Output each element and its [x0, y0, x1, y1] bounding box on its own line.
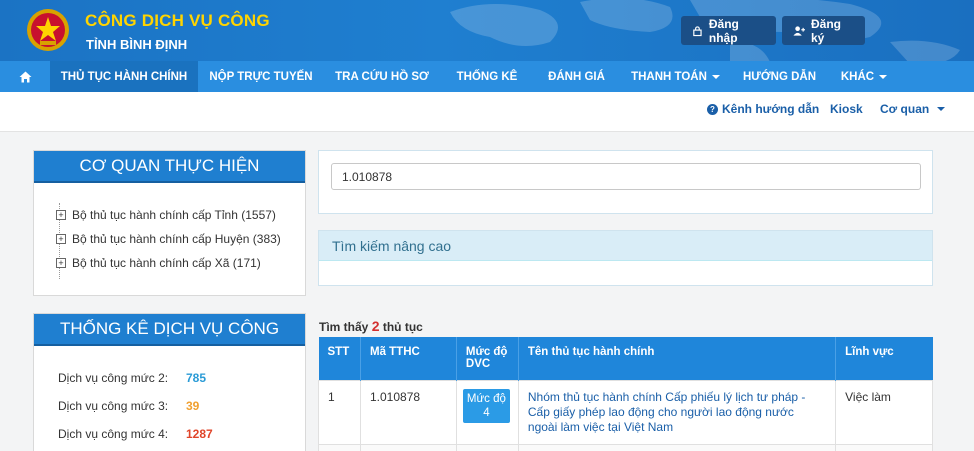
stat-label: Dịch vụ công mức 3: [58, 399, 169, 413]
caret-down-icon [711, 74, 720, 79]
nav-home[interactable] [0, 61, 50, 92]
login-label: Đăng nhập [708, 16, 739, 45]
stat-row-level-2: Dịch vụ công mức 2: 785 [34, 364, 305, 392]
nav-label: THANH TOÁN [631, 70, 707, 83]
table-header-row: STT Mã TTHC Mức độ DVC Tên thủ tục hành … [318, 337, 933, 380]
nav-guide[interactable]: HƯỚNG DẪN [732, 61, 827, 92]
guide-channel-link[interactable]: ? Kênh hướng dẫn [707, 102, 819, 116]
register-label: Đăng ký [810, 16, 841, 45]
stat-value: 39 [186, 399, 200, 413]
agency-dropdown[interactable]: Cơ quan [880, 102, 946, 116]
results-table: STT Mã TTHC Mức độ DVC Tên thủ tục hành … [318, 337, 933, 451]
login-button[interactable]: Đăng nhập [681, 16, 776, 45]
level-badge[interactable]: Mức độ 4 [462, 388, 510, 423]
search-input[interactable] [331, 163, 921, 190]
expand-icon[interactable]: + [56, 234, 66, 244]
agency-panel-title: CƠ QUAN THỰC HIỆN [34, 151, 305, 183]
stat-row-level-4: Dịch vụ công mức 4: 1287 [34, 420, 305, 448]
nav-procedures[interactable]: THỦ TỤC HÀNH CHÍNH [50, 61, 198, 92]
nav-online-submit[interactable]: NỘP TRỰC TUYẾN [198, 61, 324, 92]
cell-name [517, 443, 837, 451]
nav-payment[interactable]: THANH TOÁN [619, 61, 732, 92]
cell-field [835, 443, 933, 451]
stat-label: Dịch vụ công mức 2: [58, 371, 169, 385]
col-name: Tên thủ tục hành chính [518, 337, 837, 380]
advanced-search-panel: Tìm kiếm nâng cao [318, 230, 933, 286]
site-header: CÔNG DỊCH VỤ CÔNG TỈNH BÌNH ĐỊNH Đăng nh… [0, 0, 974, 61]
nav-rating[interactable]: ĐÁNH GIÁ [534, 61, 619, 92]
guide-channel-label: Kênh hướng dẫn [722, 102, 820, 116]
nav-other[interactable]: KHÁC [827, 61, 901, 92]
col-level: Mức độ DVC [456, 337, 519, 380]
agency-label: Cơ quan [880, 102, 930, 116]
nav-label: THỦ TỤC HÀNH CHÍNH [60, 70, 188, 83]
expand-icon[interactable]: + [56, 210, 66, 220]
tree-item-province[interactable]: + Bộ thủ tục hành chính cấp Tỉnh (1557) [56, 203, 305, 227]
col-code: Mã TTHC [360, 337, 457, 380]
main-nav: THỦ TỤC HÀNH CHÍNH NỘP TRỰC TUYẾN TRA CỨ… [0, 61, 974, 92]
register-button[interactable]: Đăng ký [782, 16, 865, 45]
stats-panel: THỐNG KÊ DỊCH VỤ CÔNG Dịch vụ công mức 2… [33, 313, 306, 451]
cell-code: 1.010878 [359, 379, 457, 445]
caret-down-icon [879, 74, 888, 79]
nav-label: NỘP TRỰC TUYẾN [209, 70, 313, 83]
caret-down-icon [937, 107, 946, 111]
table-row [318, 443, 933, 451]
sub-nav: ? Kênh hướng dẫn Kiosk Cơ quan [0, 92, 974, 132]
results-prefix: Tìm thấy [319, 320, 369, 334]
stat-row-level-3: Dịch vụ công mức 3: 39 [34, 392, 305, 420]
nav-label: THỐNG KÊ [456, 70, 518, 83]
stat-label: Dịch vụ công mức 4: [58, 427, 169, 441]
search-box [318, 150, 933, 214]
cell-level: Mức độ 4 [455, 379, 519, 445]
cell-code [359, 443, 457, 451]
stats-panel-title: THỐNG KÊ DỊCH VỤ CÔNG [34, 314, 305, 346]
tree-item-district[interactable]: + Bộ thủ tục hành chính cấp Huyện (383) [56, 227, 305, 251]
cell-stt [318, 443, 361, 451]
nav-label: KHÁC [840, 70, 875, 83]
nav-lookup[interactable]: TRA CỨU HỒ SƠ [324, 61, 440, 92]
kiosk-label: Kiosk [830, 102, 863, 116]
cell-field: Việc làm [835, 379, 933, 445]
stats-list: Dịch vụ công mức 2: 785 Dịch vụ công mức… [34, 346, 305, 448]
tree-item-commune[interactable]: + Bộ thủ tục hành chính cấp Xã (171) [56, 251, 305, 275]
nav-label: HƯỚNG DẪN [742, 70, 816, 83]
national-emblem-icon [27, 9, 69, 51]
agency-panel: CƠ QUAN THỰC HIỆN + Bộ thủ tục hành chín… [33, 150, 306, 296]
tree-item-label: Bộ thủ tục hành chính cấp Xã (171) [72, 256, 261, 270]
stat-value: 1287 [186, 427, 213, 441]
nav-statistics[interactable]: THỐNG KÊ [440, 61, 534, 92]
table-row: 1 1.010878 Mức độ 4 Nhóm thủ tục hành ch… [318, 379, 933, 445]
add-user-icon [793, 25, 805, 36]
agency-tree: + Bộ thủ tục hành chính cấp Tỉnh (1557) … [34, 183, 305, 279]
question-icon: ? [707, 103, 718, 115]
site-subtitle: TỈNH BÌNH ĐỊNH [86, 37, 188, 52]
nav-label: TRA CỨU HỒ SƠ [335, 70, 429, 83]
site-title: CÔNG DỊCH VỤ CÔNG [85, 11, 270, 30]
cell-level [455, 443, 519, 451]
results-count: Tìm thấy 2 thủ tục [319, 318, 423, 334]
home-icon [19, 71, 31, 82]
stat-value: 785 [186, 371, 207, 385]
expand-icon[interactable]: + [56, 258, 66, 268]
nav-label: ĐÁNH GIÁ [548, 70, 605, 83]
col-stt: STT [318, 337, 361, 380]
results-count-value: 2 [371, 318, 380, 334]
tree-item-label: Bộ thủ tục hành chính cấp Tỉnh (1557) [72, 208, 276, 222]
results-suffix: thủ tục [382, 320, 423, 334]
lock-icon [693, 25, 702, 36]
kiosk-link[interactable]: Kiosk [830, 102, 863, 116]
col-field: Lĩnh vực [835, 337, 933, 380]
cell-stt: 1 [318, 379, 361, 445]
procedure-name-link[interactable]: Nhóm thủ tục hành chính Cấp phiếu lý lịc… [517, 379, 837, 445]
tree-item-label: Bộ thủ tục hành chính cấp Huyện (383) [72, 232, 281, 246]
advanced-search-toggle[interactable]: Tìm kiếm nâng cao [319, 231, 932, 261]
